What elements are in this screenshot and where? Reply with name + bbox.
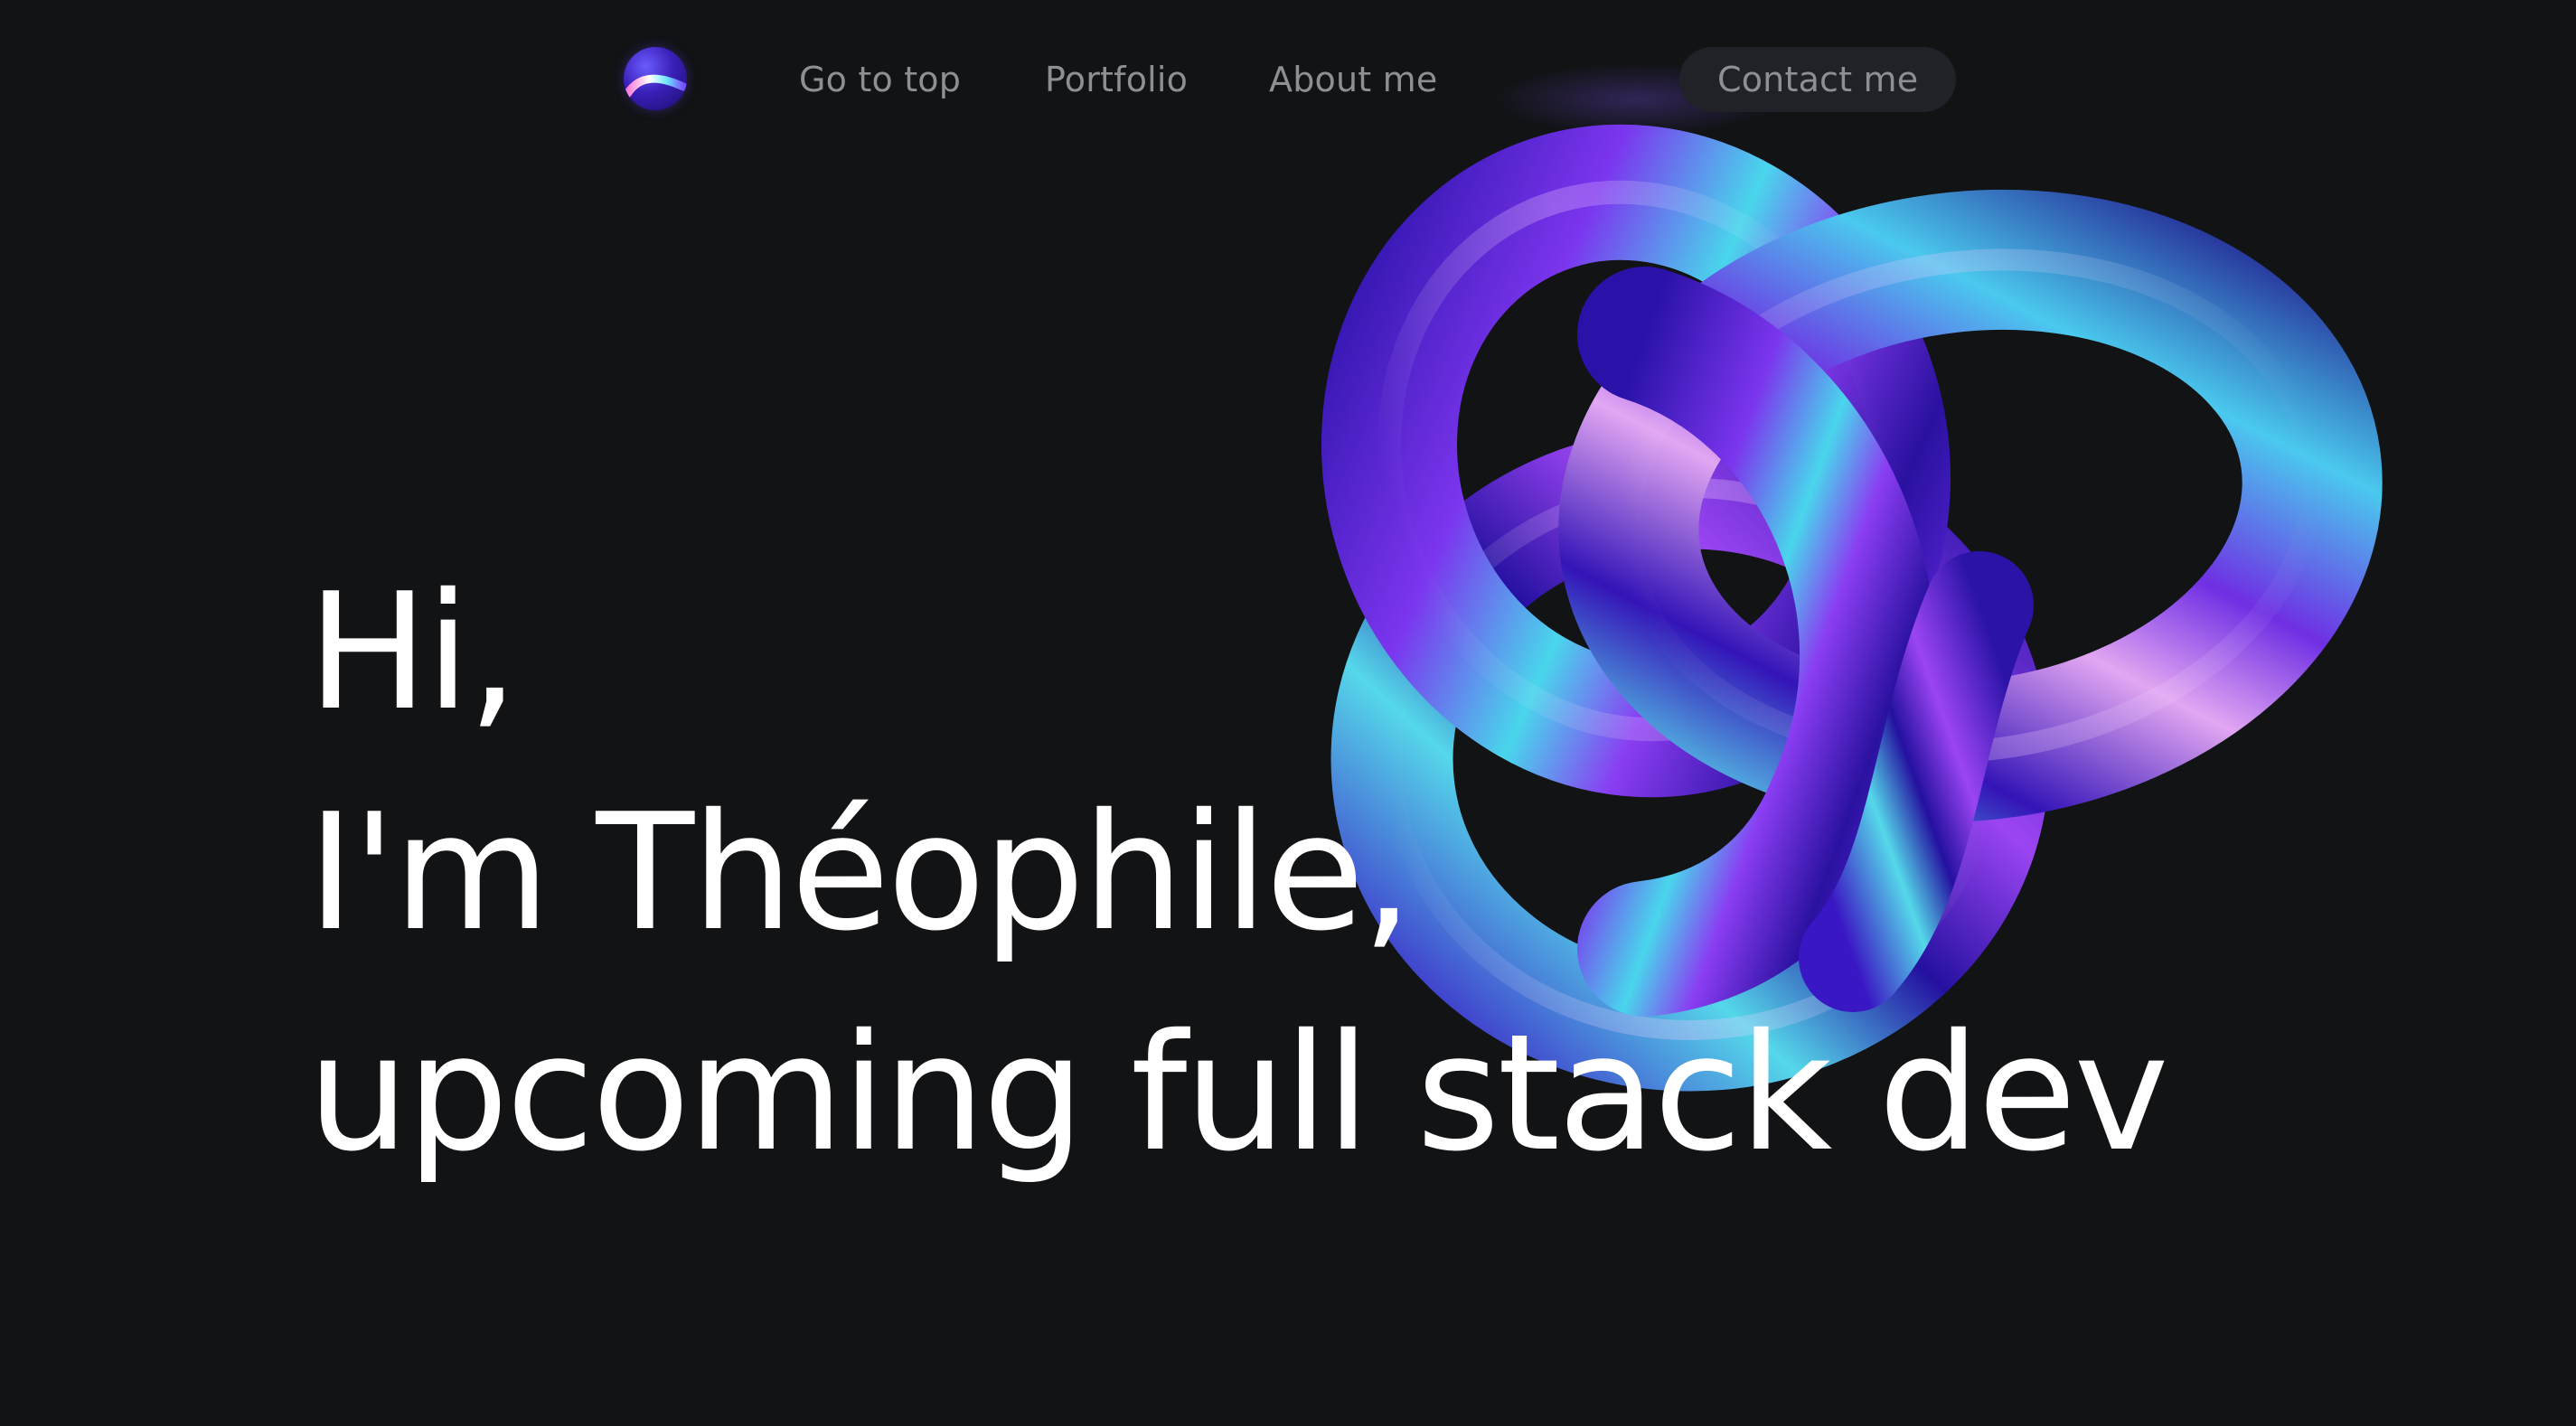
- hero-line-role: upcoming full stack dev: [307, 999, 2169, 1187]
- nav-link-go-to-top[interactable]: Go to top: [799, 60, 961, 99]
- hero-line-name: I'm Théophile,: [307, 779, 1413, 966]
- top-nav: Go to top Portfolio About me Contact me: [615, 31, 1970, 128]
- nav-link-portfolio[interactable]: Portfolio: [1045, 60, 1188, 99]
- hero-line-greeting: Hi,: [307, 558, 519, 746]
- gradient-orb-logo-icon[interactable]: [624, 47, 687, 110]
- nav-link-about-me[interactable]: About me: [1269, 60, 1437, 99]
- contact-me-button[interactable]: Contact me: [1679, 47, 1957, 112]
- hero-heading: Hi, I'm Théophile, upcoming full stack d…: [307, 542, 2169, 1204]
